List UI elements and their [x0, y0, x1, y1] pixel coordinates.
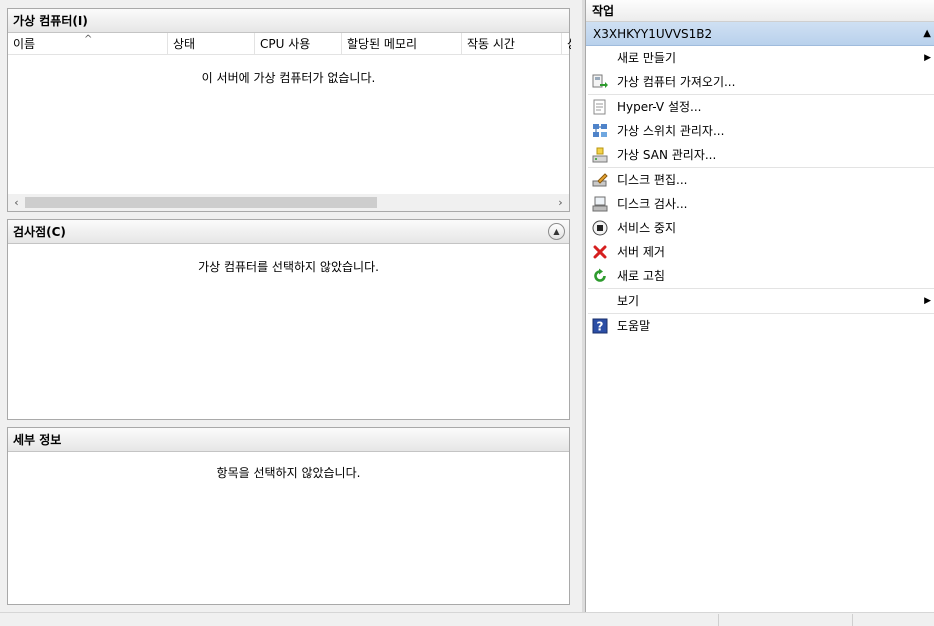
- action-remove-server-label: 서버 제거: [617, 245, 665, 259]
- checkpoints-panel: 검사점(C) ▲ 가상 컴퓨터를 선택하지 않았습니다.: [7, 219, 570, 420]
- left-pane: 가상 컴퓨터(I) 이름 ^ 상태 CPU 사용 할당된 메모리 작동 시간 상: [0, 0, 578, 612]
- checkpoints-header: 검사점(C) ▲: [8, 220, 569, 244]
- settings-document-icon: [593, 99, 606, 115]
- checkpoints-empty-message: 가상 컴퓨터를 선택하지 않았습니다.: [198, 260, 379, 274]
- action-stop-service[interactable]: 서비스 중지: [586, 216, 934, 240]
- action-virtual-switch-manager-label: 가상 스위치 관리자...: [617, 124, 725, 138]
- action-help[interactable]: ? 도움말: [586, 314, 934, 338]
- collapse-triangle-icon[interactable]: ▲: [923, 22, 931, 46]
- column-state-label: 상태: [173, 37, 196, 51]
- column-uptime-label: 작동 시간: [467, 37, 515, 51]
- column-cpu-usage[interactable]: CPU 사용: [255, 33, 342, 55]
- action-virtual-san-manager-label: 가상 SAN 관리자...: [617, 148, 717, 162]
- scroll-right-icon[interactable]: ›: [552, 194, 569, 211]
- action-import-vm[interactable]: 가상 컴퓨터 가져오기...: [586, 70, 934, 94]
- actions-title: 작업: [586, 0, 934, 22]
- action-help-label: 도움말: [617, 319, 651, 333]
- action-view[interactable]: 보기 ▶: [586, 289, 934, 313]
- help-icon: ?: [592, 318, 608, 334]
- action-edit-disk[interactable]: 디스크 편집...: [586, 168, 934, 192]
- refresh-icon: [594, 268, 606, 282]
- inspect-disk-icon: [592, 196, 608, 212]
- san-storage-icon: [592, 147, 608, 163]
- action-inspect-disk-label: 디스크 검사...: [617, 197, 688, 211]
- submenu-arrow-icon: ▶: [924, 53, 931, 63]
- action-virtual-san-manager[interactable]: 가상 SAN 관리자...: [586, 143, 934, 167]
- column-name-label: 이름: [13, 37, 36, 51]
- action-remove-server[interactable]: 서버 제거: [586, 240, 934, 264]
- action-virtual-switch-manager[interactable]: 가상 스위치 관리자...: [586, 119, 934, 143]
- action-hyperv-settings-label: Hyper-V 설정...: [617, 100, 702, 114]
- status-divider: [718, 614, 719, 626]
- action-new[interactable]: 새로 만들기 ▶: [586, 46, 934, 70]
- import-vm-icon: [592, 74, 608, 88]
- checkpoints-title: 검사점(C): [13, 225, 66, 239]
- action-import-vm-label: 가상 컴퓨터 가져오기...: [617, 75, 736, 89]
- virtual-machines-title: 가상 컴퓨터(I): [13, 14, 88, 28]
- vm-empty-message: 이 서버에 가상 컴퓨터가 없습니다.: [201, 71, 376, 85]
- details-header: 세부 정보: [8, 428, 569, 452]
- action-view-label: 보기: [617, 294, 640, 308]
- action-edit-disk-label: 디스크 편집...: [617, 173, 688, 187]
- stop-service-icon: [592, 220, 608, 236]
- action-refresh-label: 새로 고침: [617, 269, 665, 283]
- virtual-machines-panel: 가상 컴퓨터(I) 이름 ^ 상태 CPU 사용 할당된 메모리 작동 시간 상: [7, 8, 571, 212]
- server-section-header[interactable]: X3XHKYY1UVVS1B2 ▲: [586, 22, 934, 46]
- status-bar: [0, 612, 934, 626]
- scroll-left-icon[interactable]: ‹: [8, 194, 25, 211]
- edit-disk-icon: [592, 173, 608, 187]
- action-inspect-disk[interactable]: 디스크 검사...: [586, 192, 934, 216]
- column-name[interactable]: 이름 ^: [8, 33, 168, 55]
- svg-text:?: ?: [597, 320, 604, 334]
- action-refresh[interactable]: 새로 고침: [586, 264, 934, 288]
- sort-ascending-icon: ^: [84, 34, 93, 45]
- vm-column-headers: 이름 ^ 상태 CPU 사용 할당된 메모리 작동 시간 상: [8, 33, 571, 55]
- vm-horizontal-scrollbar[interactable]: ‹ ›: [8, 194, 569, 211]
- submenu-arrow-icon: ▶: [924, 296, 931, 306]
- scrollbar-thumb[interactable]: [25, 197, 377, 208]
- column-assigned-memory[interactable]: 할당된 메모리: [342, 33, 462, 55]
- remove-x-icon: [593, 245, 607, 259]
- column-cpu-usage-label: CPU 사용: [260, 37, 311, 51]
- server-name: X3XHKYY1UVVS1B2: [593, 27, 713, 41]
- column-state[interactable]: 상태: [168, 33, 255, 55]
- action-new-label: 새로 만들기: [617, 51, 677, 65]
- column-status[interactable]: 상: [562, 33, 571, 55]
- details-empty-message: 항목을 선택하지 않았습니다.: [216, 466, 361, 480]
- details-title: 세부 정보: [13, 433, 62, 447]
- column-uptime[interactable]: 작동 시간: [462, 33, 562, 55]
- action-hyperv-settings[interactable]: Hyper-V 설정...: [586, 95, 934, 119]
- column-status-label: 상: [567, 37, 571, 51]
- details-panel: 세부 정보 항목을 선택하지 않았습니다.: [7, 427, 570, 605]
- actions-pane: 작업 X3XHKYY1UVVS1B2 ▲ 새로 만들기 ▶ 가상 컴퓨터 가져오…: [585, 0, 934, 612]
- status-divider: [852, 614, 853, 626]
- collapse-chevron-icon[interactable]: ▲: [548, 223, 565, 240]
- column-assigned-memory-label: 할당된 메모리: [347, 37, 418, 51]
- action-stop-service-label: 서비스 중지: [617, 221, 677, 235]
- virtual-machines-header: 가상 컴퓨터(I): [8, 9, 569, 33]
- network-switch-icon: [593, 124, 607, 137]
